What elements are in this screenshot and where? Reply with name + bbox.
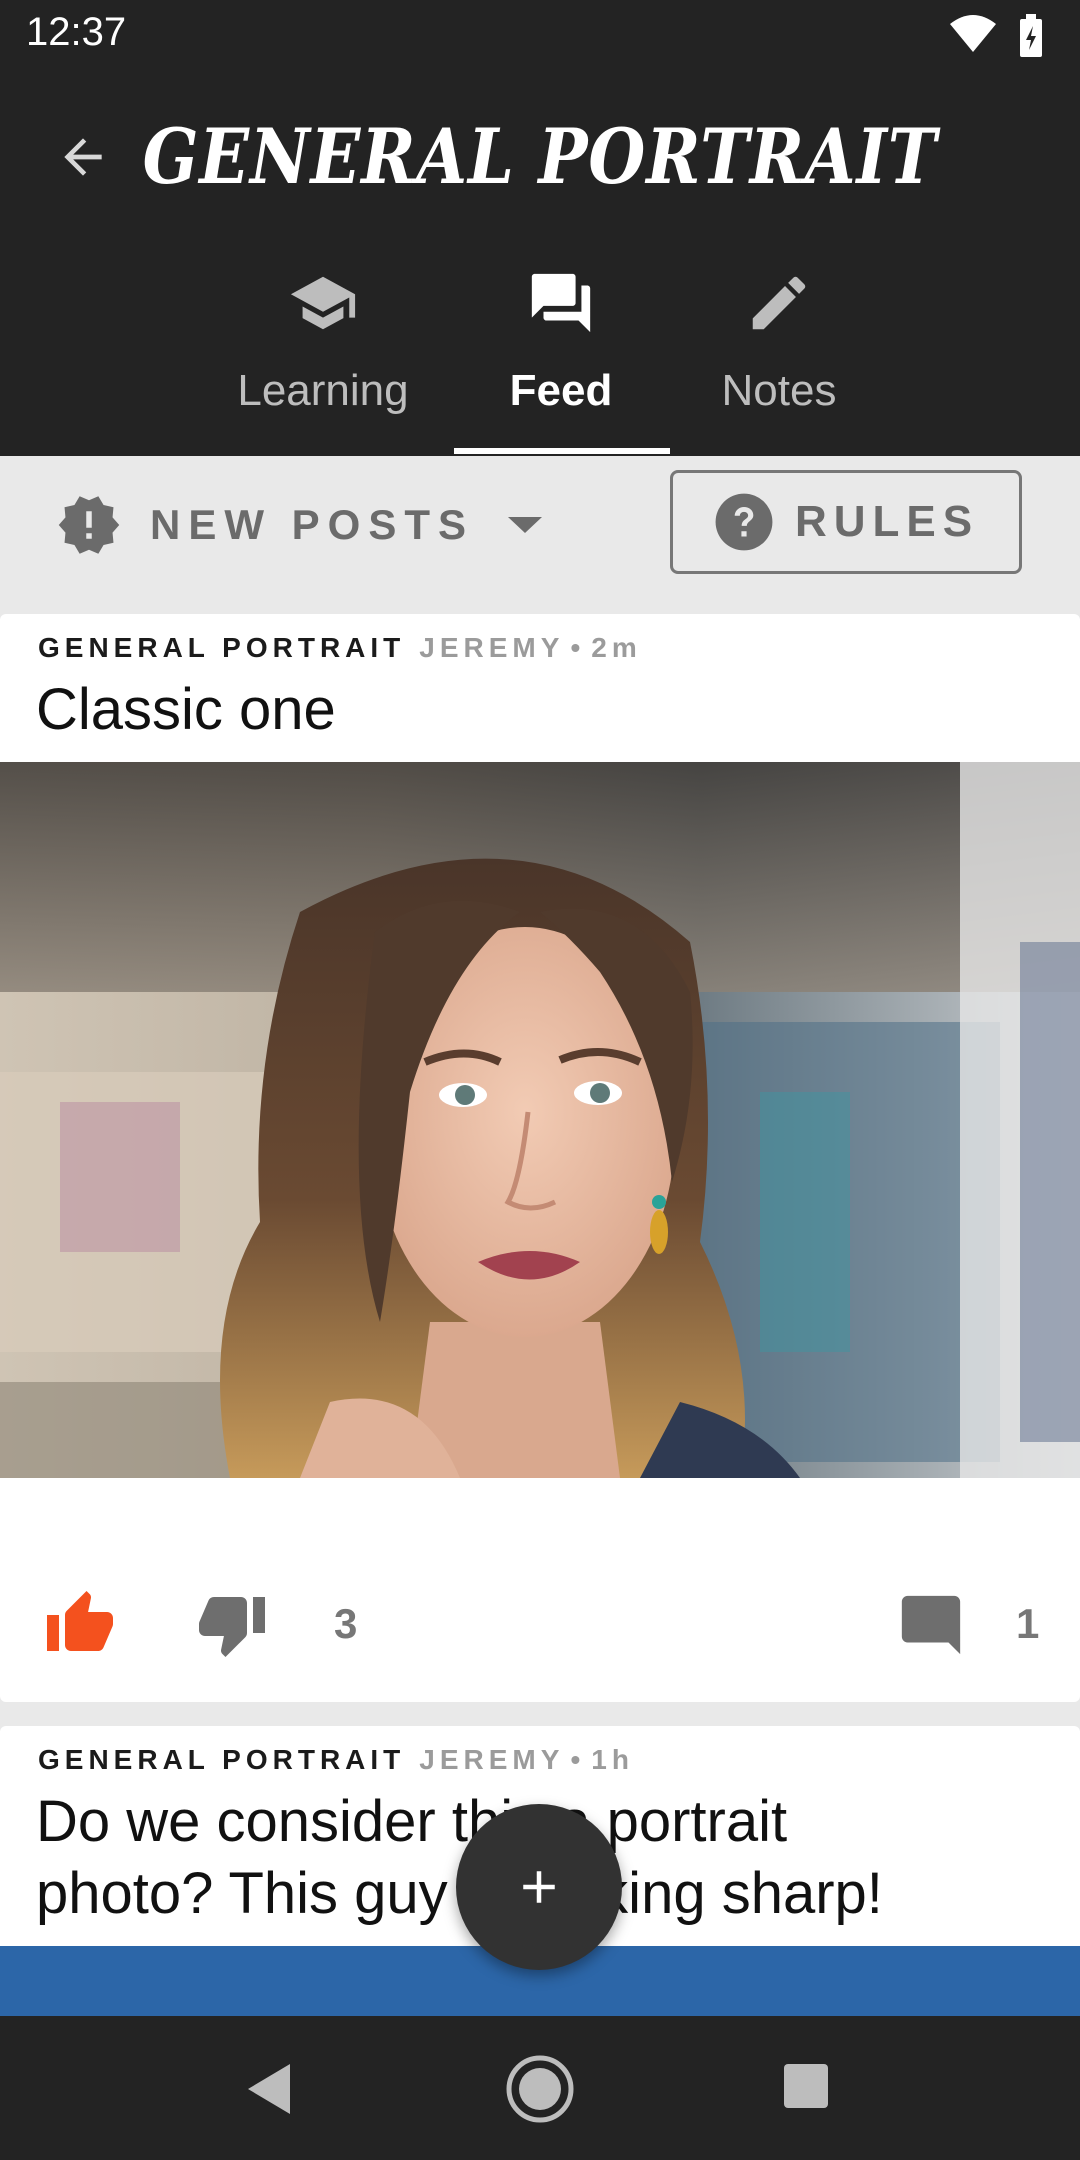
separator-dot: • [570, 1744, 586, 1775]
portrait-photo [0, 762, 1080, 1478]
forum-icon [531, 273, 591, 333]
post-title[interactable]: Classic one [36, 674, 336, 746]
help-icon [715, 493, 773, 551]
nav-recents-icon[interactable] [782, 2062, 830, 2110]
comment-count: 1 [1016, 1600, 1040, 1647]
tab-feed[interactable]: Feed [456, 256, 666, 456]
post-time: 1h [591, 1744, 634, 1775]
comment-button[interactable] [896, 1590, 966, 1660]
status-time: 12:37 [26, 10, 127, 54]
post-title-line: Do we consider this a portrait [36, 1789, 788, 1854]
post-community[interactable]: GENERAL PORTRAIT [38, 1744, 405, 1775]
post-meta: GENERAL PORTRAIT JEREMY • 1h [38, 1744, 634, 1776]
nav-back-icon[interactable] [244, 2062, 294, 2116]
post-author[interactable]: JEREMY [419, 1744, 564, 1775]
new-releases-icon [58, 496, 120, 554]
school-icon [290, 276, 356, 330]
tab-indicator [454, 448, 670, 454]
tab-label: Notes [721, 366, 837, 415]
status-bar [0, 0, 1080, 76]
sort-dropdown[interactable]: NEW POSTS [56, 490, 576, 560]
post-author[interactable]: JEREMY [419, 632, 564, 663]
separator-dot: • [570, 632, 586, 663]
tab-label: Feed [509, 366, 613, 415]
upvote-button[interactable] [44, 1588, 116, 1660]
rules-label: RULES [794, 497, 980, 546]
nav-home-icon[interactable] [505, 2054, 575, 2124]
post-time: 2m [591, 632, 642, 663]
create-post-button[interactable] [456, 1804, 622, 1970]
post-image[interactable] [0, 762, 1080, 1478]
page-title: General Portrait [142, 112, 938, 201]
plus-icon [523, 1871, 555, 1903]
post-meta: GENERAL PORTRAIT JEREMY • 2m [38, 632, 642, 664]
rules-button[interactable]: RULES [670, 470, 1022, 574]
tab-notes[interactable]: Notes [674, 256, 884, 456]
thumb-down-icon [199, 1597, 265, 1657]
downvote-button[interactable] [196, 1588, 268, 1660]
pencil-icon [752, 276, 806, 330]
tab-learning[interactable]: Learning [218, 256, 428, 456]
tab-label: Learning [237, 366, 409, 415]
dropdown-arrow-icon [508, 517, 543, 533]
vote-score: 3 [334, 1600, 358, 1647]
wifi-icon [950, 15, 996, 52]
thumb-up-icon [47, 1591, 113, 1651]
post-community[interactable]: GENERAL PORTRAIT [38, 632, 405, 663]
sort-label: NEW POSTS [150, 501, 475, 548]
comment-icon [901, 1595, 961, 1655]
system-nav-bar [0, 2016, 1080, 2160]
battery-icon [1020, 14, 1042, 57]
